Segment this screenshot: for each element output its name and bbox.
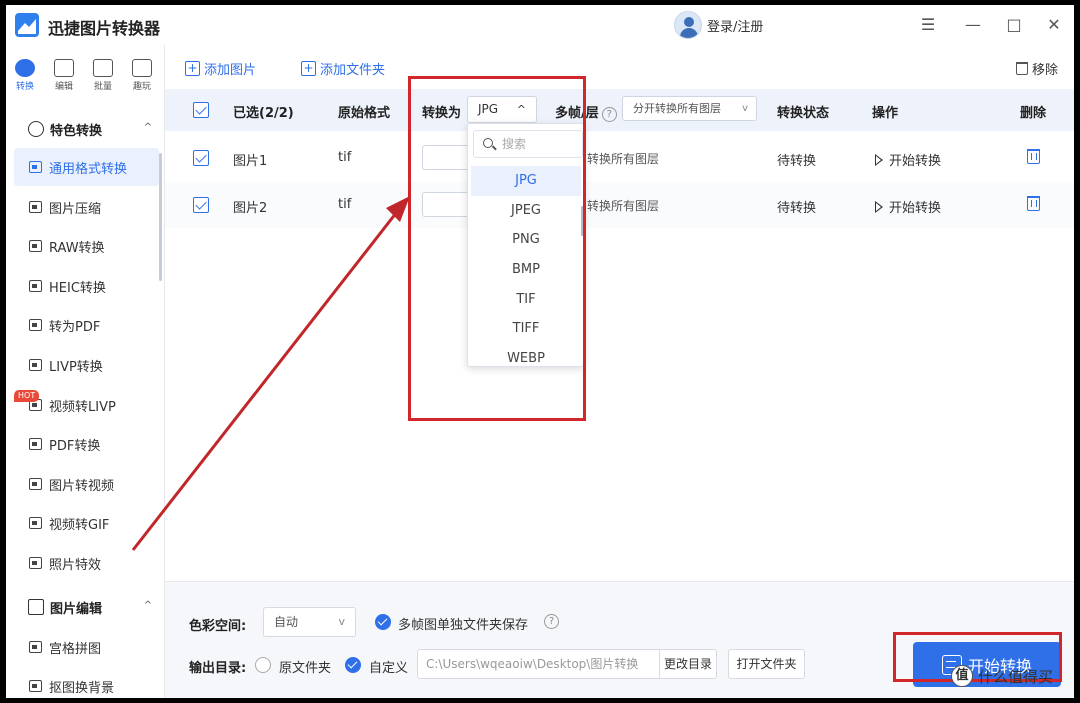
watermark: 值 什么值得买: [951, 665, 1053, 687]
annotation-arrow: [131, 196, 410, 551]
watermark-text: 什么值得买: [978, 667, 1054, 686]
watermark-logo-icon: 值: [951, 665, 973, 687]
